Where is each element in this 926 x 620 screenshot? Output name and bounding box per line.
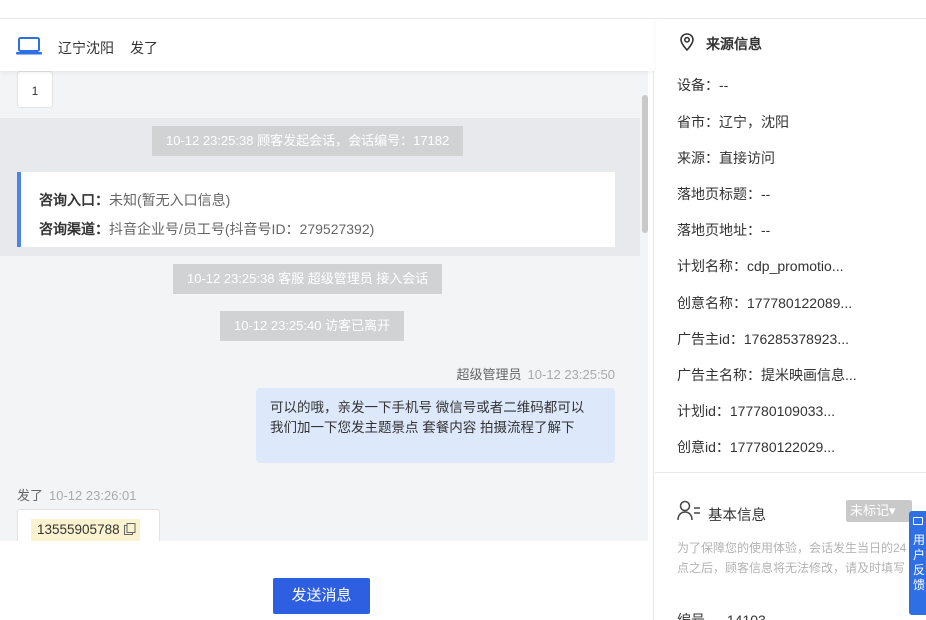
top-bar [0,0,926,19]
visitor-number-value: 14103 [726,612,766,620]
source-field: 省市：辽宁，沈阳 [677,114,789,130]
visitor-message-time: 10-12 23:26:01 [49,488,137,503]
source-field: 落地页标题：-- [677,186,771,202]
laptop-icon [16,37,42,55]
visitor-sender: 发了 [17,488,44,503]
system-message: 10-12 23:25:38 顾客发起会话，会话编号：17182 [152,126,464,156]
agent-message-bubble: 可以的哦，亲发一下手机号 微信号或者二维码都可以 我们加一下您发主题景点 套餐内… [256,388,615,463]
feedback-icon [913,517,923,525]
send-message-button[interactable]: 发送消息 [273,578,370,614]
source-info-title: 来源信息 [706,36,762,52]
source-field: 计划名称：cdp_promotio... [677,258,844,274]
source-field: 计划id：177780109033... [677,403,835,419]
consult-channel-label: 咨询渠道： [39,221,109,237]
visitor-location: 辽宁沈阳 [58,40,114,56]
agent-sender: 超级管理员 [456,367,522,382]
visitor-message-bubble: 13555905788 [17,509,160,541]
source-field: 创意名称：177780122089... [677,295,853,311]
visitor-number-row: 编号 14103 [677,610,922,620]
source-field: 设备：-- [677,77,729,93]
location-pin-icon [680,33,694,51]
consult-entry-row: 咨询入口：未知(暂无入口信息) [39,186,615,215]
message-index-chip: 1 [17,71,53,108]
chat-pane: 辽宁沈阳 发了 1 10-12 23:25:38 顾客发起会话，会话编号：171… [0,19,654,620]
visitor-info-panel: 来源信息 设备：-- 省市：辽宁，沈阳 来源：直接访问 落地页标题：-- 落地页… [655,19,926,620]
mark-tag-dropdown[interactable]: 未标记▾ [846,500,912,522]
consult-entry-value: 未知(暂无入口信息) [109,192,231,208]
consult-channel-row: 咨询渠道：抖音企业号/员工号(抖音号ID：279527392) [39,215,615,244]
visitor-name: 发了 [130,40,158,56]
source-field: 落地页地址：-- [677,222,771,238]
source-field: 来源：直接访问 [677,150,775,166]
source-field: 创意id：177780122029... [677,439,835,455]
edit-deadline-note: 为了保障您的使用体验，会话发生当日的24点之后，顾客信息将无法修改，请及时填写 [677,541,907,575]
user-icon [677,500,700,521]
source-field: 广告主名称：提米映画信息... [677,367,857,383]
scrollbar-thumb[interactable] [642,95,648,233]
source-field: 广告主id：176285378923... [677,331,849,347]
phone-number-highlight[interactable]: 13555905788 [31,519,140,541]
consult-info-card: 咨询入口：未知(暂无入口信息) 咨询渠道：抖音企业号/员工号(抖音号ID：279… [17,172,615,247]
chat-header: 辽宁沈阳 发了 [0,19,654,71]
section-divider [655,472,926,473]
system-message: 10-12 23:25:40 访客已离开 [220,311,405,341]
feedback-label: 用户反馈 [913,533,926,592]
consult-channel-value: 抖音企业号/员工号(抖音号ID：279527392) [109,221,375,237]
agent-message-meta: 超级管理员 10-12 23:25:50 [457,364,615,383]
user-feedback-tab[interactable]: 用户反馈 [909,511,926,615]
copy-icon[interactable] [123,523,136,535]
consult-entry-label: 咨询入口： [39,192,109,208]
basic-info-title: 基本信息 [708,508,766,524]
visitor-message-meta: 发了 10-12 23:26:01 [17,485,136,504]
message-list[interactable]: 1 10-12 23:25:38 顾客发起会话，会话编号：17182 咨询入口：… [0,71,646,541]
system-message: 10-12 23:25:38 客服 超级管理员 接入会话 [173,264,443,294]
visitor-number-label: 编号 [677,612,705,620]
phone-number: 13555905788 [37,522,120,537]
agent-message-time: 10-12 23:25:50 [527,367,615,382]
